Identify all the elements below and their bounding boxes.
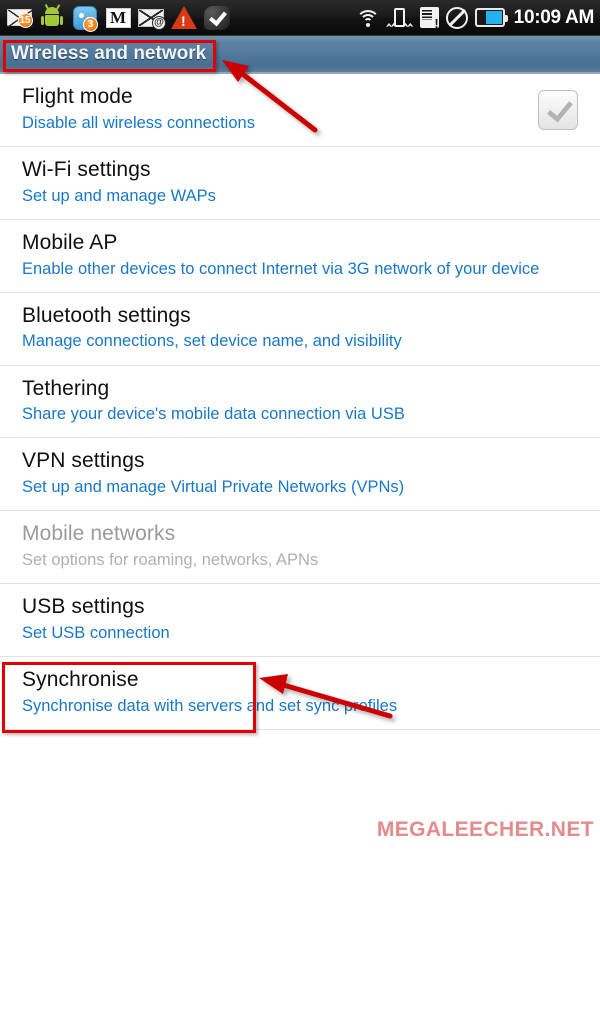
settings-row-mobile-networks: Mobile networks Set options for roaming,… [0, 511, 600, 585]
settings-row-title: Flight mode [22, 85, 133, 108]
battery-icon [474, 8, 508, 27]
settings-row-title: Mobile networks [22, 522, 176, 546]
settings-row-summary: Enable other devices to connect Internet… [22, 259, 540, 278]
sim-card-alert-icon [419, 7, 439, 29]
settings-row-wifi-settings[interactable]: Wi-Fi settings Set up and manage WAPs [0, 146, 600, 220]
message-envelope-icon: 15 [4, 4, 34, 32]
settings-row-vpn-settings[interactable]: VPN settings Set up and manage Virtual P… [0, 438, 600, 512]
message-count-badge: 15 [17, 13, 33, 28]
settings-row-summary: Disable all wireless connections [22, 113, 255, 132]
settings-row-summary: Manage connections, set device name, and… [22, 332, 402, 351]
silent-mode-icon [445, 6, 468, 29]
settings-row-synchronise[interactable]: Synchronise Synchronise data with server… [0, 657, 600, 730]
settings-row-summary: Set options for roaming, networks, APNs [22, 551, 319, 570]
site-watermark: MEGALEECHER.NET [376, 818, 594, 841]
settings-list: Flight mode Disable all wireless connect… [0, 74, 600, 730]
settings-row-flight-mode[interactable]: Flight mode Disable all wireless connect… [0, 74, 600, 147]
settings-row-title: Tethering [22, 376, 110, 400]
status-bar: 15 3 M @ ! ‸‸ ‸‸ ! 10:09 AM [0, 0, 600, 36]
blue-app-icon: 3 [70, 4, 100, 32]
settings-row-title: VPN settings [22, 449, 145, 473]
settings-row-summary: Synchronise data with servers and set sy… [22, 696, 398, 715]
settings-row-title: Wi-Fi settings [22, 157, 151, 181]
status-bar-system-icons: ‸‸ ‸‸ 10:09 AM [355, 6, 600, 29]
settings-row-summary: Set up and manage Virtual Private Networ… [22, 478, 405, 497]
flight-mode-checkbox[interactable] [538, 89, 578, 130]
android-robot-icon [37, 3, 67, 32]
android-settings-screen: 15 3 M @ ! ‸‸ ‸‸ ! 10:09 AM Wireless and… [0, 0, 600, 1024]
settings-row-usb-settings[interactable]: USB settings Set USB connection [0, 584, 600, 657]
status-bar-notification-icons: 15 3 M @ ! [0, 3, 232, 32]
gmail-glyph: M [105, 7, 131, 28]
status-bar-clock: 10:09 AM [513, 6, 595, 28]
settings-row-mobile-ap[interactable]: Mobile AP Enable other devices to connec… [0, 219, 600, 293]
settings-row-summary: Share your device's mobile data connecti… [22, 405, 405, 424]
settings-row-title: USB settings [22, 595, 145, 619]
gmail-icon: M [103, 4, 133, 32]
title-bar: Wireless and network [0, 36, 600, 74]
task-done-check-icon [202, 4, 232, 32]
settings-row-title: Synchronise [22, 668, 139, 691]
settings-row-summary: Set up and manage WAPs [22, 186, 216, 205]
warning-triangle-icon [169, 4, 199, 32]
vibrate-icon: ‸‸ ‸‸ [386, 8, 413, 27]
settings-row-bluetooth-settings[interactable]: Bluetooth settings Manage connections, s… [0, 292, 600, 366]
wifi-icon [355, 8, 380, 28]
settings-row-tethering[interactable]: Tethering Share your device's mobile dat… [0, 365, 600, 439]
settings-row-title: Mobile AP [22, 230, 118, 254]
email-at-envelope-icon: @ [136, 4, 166, 32]
page-title: Wireless and network [11, 43, 207, 64]
at-glyph: @ [152, 15, 166, 30]
settings-row-summary: Set USB connection [22, 623, 170, 642]
blue-app-count-badge: 3 [83, 16, 98, 32]
settings-row-title: Bluetooth settings [22, 303, 191, 327]
